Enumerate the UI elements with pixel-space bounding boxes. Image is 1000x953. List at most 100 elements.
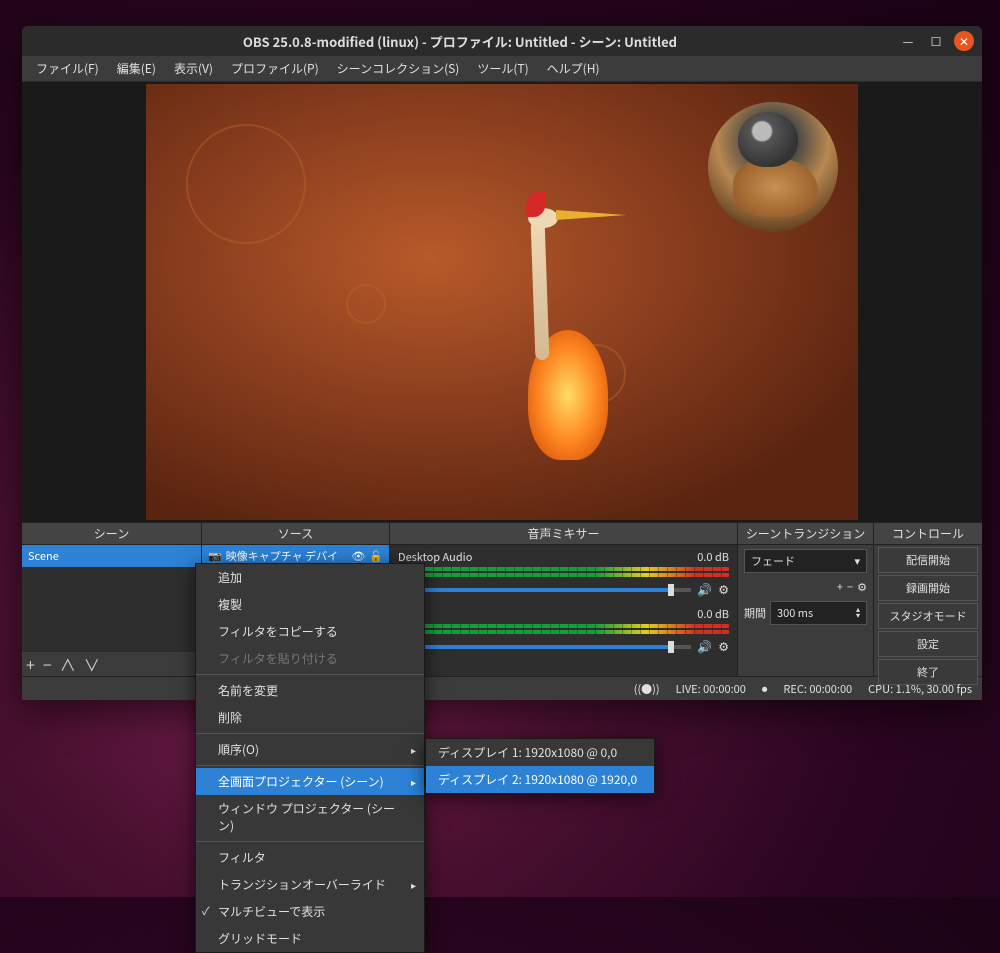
duration-value: 300 ms: [777, 605, 813, 621]
menu-separator: [196, 674, 424, 675]
audio-meter: [398, 624, 729, 628]
status-rec: REC: 00:00:00: [783, 681, 852, 697]
minimize-button[interactable]: —: [898, 31, 918, 51]
controls-panel: コントロール 配信開始 録画開始 スタジオモード 設定 終了: [874, 523, 982, 676]
scenes-toolbar: + − ∧ ∨: [22, 652, 201, 676]
menu-edit[interactable]: 編集(E): [109, 57, 164, 80]
scene-up-button[interactable]: ∧: [60, 652, 76, 676]
menu-separator: [196, 841, 424, 842]
chevron-right-icon: ▸: [411, 877, 416, 892]
menu-item: フィルタを貼り付ける: [196, 645, 424, 672]
menu-separator: [196, 765, 424, 766]
menu-item[interactable]: グリッドモード: [196, 925, 424, 952]
scene-context-menu: 追加複製フィルタをコピーするフィルタを貼り付ける名前を変更削除順序(O)▸ 全画面…: [195, 563, 425, 953]
transitions-panel: シーントランジション フェード ▾ + − ⚙ 期間 300 ms ▴▾: [738, 523, 874, 676]
add-transition-button[interactable]: +: [837, 579, 843, 595]
camera-overlay[interactable]: [708, 102, 838, 232]
titlebar: OBS 25.0.8-modified (linux) - プロファイル: Un…: [22, 26, 982, 56]
audio-meter: [398, 630, 729, 634]
status-cpu: CPU: 1.1%, 30.00 fps: [868, 681, 972, 697]
mixer-body: Desktop Audio 0.0 dB 🔊 ⚙: [390, 545, 737, 676]
record-icon: ⏺: [762, 681, 768, 697]
mixer-header: 音声ミキサー: [390, 523, 737, 545]
menu-separator: [196, 733, 424, 734]
mixer-panel: 音声ミキサー Desktop Audio 0.0 dB 🔊: [390, 523, 738, 676]
menu-item[interactable]: フィルタをコピーする: [196, 618, 424, 645]
sources-header: ソース: [202, 523, 389, 545]
settings-button[interactable]: 設定: [878, 631, 978, 657]
visibility-icon[interactable]: 👁: [351, 548, 365, 564]
menu-view[interactable]: 表示(V): [166, 57, 221, 80]
start-streaming-button[interactable]: 配信開始: [878, 547, 978, 573]
transition-select[interactable]: フェード ▾: [744, 549, 867, 573]
menu-item[interactable]: 全画面プロジェクター (シーン)▸: [196, 768, 424, 795]
scenes-panel: シーン Scene + − ∧ ∨: [22, 523, 202, 676]
menu-item[interactable]: 削除: [196, 704, 424, 731]
maximize-icon: ☐: [931, 33, 942, 50]
studio-mode-button[interactable]: スタジオモード: [878, 603, 978, 629]
gear-icon[interactable]: ⚙: [857, 579, 867, 595]
minimize-icon: —: [903, 33, 914, 50]
mixer-track-1: 0.0 dB 🔊 ⚙: [390, 602, 737, 659]
menu-scene-collection[interactable]: シーンコレクション(S): [329, 57, 468, 80]
heron-graphic: [488, 180, 668, 480]
chevron-right-icon: ▸: [411, 774, 416, 789]
audio-meter: [398, 567, 729, 571]
preview-area: [22, 82, 982, 522]
close-button[interactable]: ✕: [954, 31, 974, 51]
status-live: LIVE: 00:00:00: [676, 681, 746, 697]
speaker-icon[interactable]: 🔊: [697, 638, 712, 655]
add-scene-button[interactable]: +: [26, 652, 35, 676]
maximize-button[interactable]: ☐: [926, 31, 946, 51]
scenes-list: Scene: [22, 545, 201, 652]
submenu-item[interactable]: ディスプレイ 1: 1920x1080 @ 0,0: [426, 739, 654, 766]
mixer-track-0: Desktop Audio 0.0 dB 🔊 ⚙: [390, 545, 737, 602]
statusbar: ((●)) LIVE: 00:00:00 ⏺ REC: 00:00:00 CPU…: [22, 676, 982, 700]
menu-item[interactable]: フィルタ: [196, 844, 424, 871]
menu-tools[interactable]: ツール(T): [469, 57, 536, 80]
close-icon: ✕: [959, 33, 969, 50]
remove-scene-button[interactable]: −: [43, 652, 52, 676]
menu-item[interactable]: ウィンドウ プロジェクター (シーン): [196, 795, 424, 839]
volume-slider[interactable]: [398, 645, 691, 649]
start-recording-button[interactable]: 録画開始: [878, 575, 978, 601]
source-label: 映像キャプチャ デバイ: [226, 548, 338, 564]
dock-panels: シーン Scene + − ∧ ∨ ソース 📷 映像キャプチャ デバイ 👁 🔓: [22, 522, 982, 676]
audio-meter: [398, 573, 729, 577]
transition-value: フェード: [751, 553, 795, 569]
menu-item[interactable]: 順序(O)▸: [196, 736, 424, 763]
menubar: ファイル(F) 編集(E) 表示(V) プロファイル(P) シーンコレクション(…: [22, 56, 982, 82]
volume-slider[interactable]: [398, 588, 691, 592]
submenu-item[interactable]: ディスプレイ 2: 1920x1080 @ 1920,0: [426, 766, 654, 793]
scenes-header: シーン: [22, 523, 201, 545]
menu-item[interactable]: トランジションオーバーライド▸: [196, 871, 424, 898]
menu-file[interactable]: ファイル(F): [28, 57, 107, 80]
camera-icon: 📷: [208, 548, 222, 564]
window-title: OBS 25.0.8-modified (linux) - プロファイル: Un…: [30, 32, 890, 51]
gear-icon[interactable]: ⚙: [718, 638, 729, 655]
menu-help[interactable]: ヘルプ(H): [539, 57, 608, 80]
remove-transition-button[interactable]: −: [847, 579, 853, 595]
controls-body: 配信開始 録画開始 スタジオモード 設定 終了: [874, 545, 982, 687]
preview-canvas[interactable]: [146, 84, 858, 520]
chevron-right-icon: ▸: [411, 742, 416, 757]
controls-header: コントロール: [874, 523, 982, 545]
scene-down-button[interactable]: ∨: [84, 652, 100, 676]
duration-spinbox[interactable]: 300 ms ▴▾: [770, 601, 867, 625]
speaker-icon[interactable]: 🔊: [697, 581, 712, 598]
menu-item[interactable]: 複製: [196, 591, 424, 618]
gear-icon[interactable]: ⚙: [718, 581, 729, 598]
mixer-track-level: 0.0 dB: [697, 606, 729, 622]
menu-item[interactable]: マルチビューで表示✓: [196, 898, 424, 925]
menu-profile[interactable]: プロファイル(P): [223, 57, 327, 80]
obs-window: OBS 25.0.8-modified (linux) - プロファイル: Un…: [22, 26, 982, 700]
duration-label: 期間: [744, 605, 766, 621]
menu-item[interactable]: 追加: [196, 564, 424, 591]
check-icon: ✓: [202, 903, 210, 919]
menu-item[interactable]: 名前を変更: [196, 677, 424, 704]
chevron-down-icon: ▾: [854, 553, 860, 569]
spin-icon: ▴▾: [856, 607, 860, 619]
lock-icon[interactable]: 🔓: [369, 548, 383, 564]
broadcast-icon: ((●)): [634, 681, 660, 697]
scene-item[interactable]: Scene: [22, 545, 201, 567]
